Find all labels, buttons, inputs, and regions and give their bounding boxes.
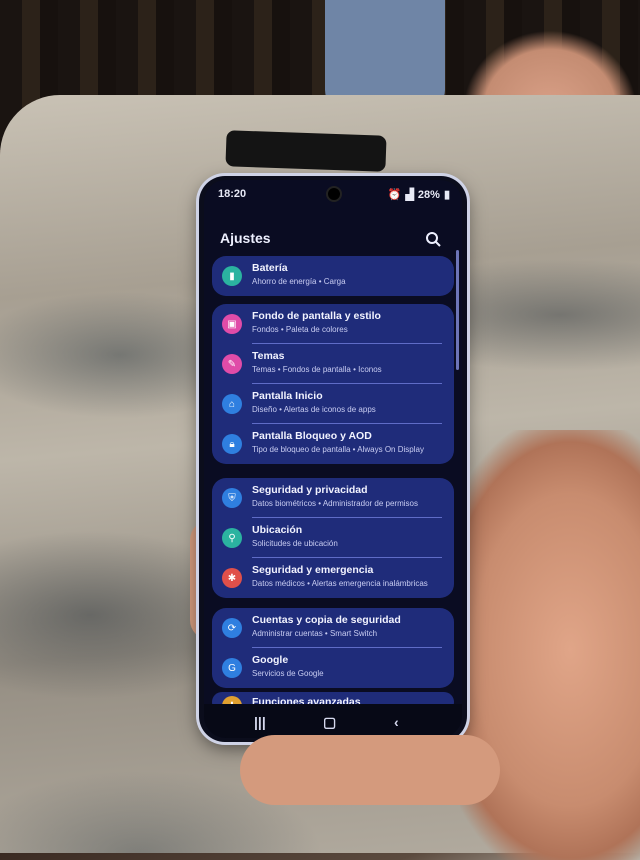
lock-icon: 🔒︎ bbox=[222, 434, 242, 454]
settings-item-subtitle: Solicitudes de ubicación bbox=[252, 539, 338, 548]
settings-item-subtitle: Fondos • Paleta de colores bbox=[252, 325, 348, 334]
settings-item-subtitle: Ahorro de energía • Carga bbox=[252, 277, 346, 286]
alarm-icon: ⏰ bbox=[387, 189, 402, 201]
settings-item-ubicacion[interactable]: ⚲ Ubicación Solicitudes de ubicación bbox=[212, 518, 454, 558]
settings-item-title: Temas bbox=[252, 350, 285, 362]
settings-item-fondo[interactable]: ▣ Fondo de pantalla y estilo Fondos • Pa… bbox=[212, 304, 454, 344]
settings-item-title: Seguridad y emergencia bbox=[252, 564, 374, 576]
location-icon: ⚲ bbox=[222, 528, 242, 548]
google-icon: G bbox=[222, 658, 242, 678]
settings-group-battery: ▮ Batería Ahorro de energía • Carga bbox=[212, 256, 454, 296]
sync-icon: ⟳ bbox=[222, 618, 242, 638]
settings-item-subtitle: Tipo de bloqueo de pantalla • Always On … bbox=[252, 445, 424, 454]
emergency-icon: ✱ bbox=[222, 568, 242, 588]
settings-item-subtitle: Datos médicos • Alertas emergencia inalá… bbox=[252, 579, 428, 588]
settings-item-title: Cuentas y copia de seguridad bbox=[252, 614, 401, 626]
settings-item-subtitle: Temas • Fondos de pantalla • Iconos bbox=[252, 365, 382, 374]
front-camera bbox=[326, 186, 342, 202]
page-title: Ajustes bbox=[220, 230, 271, 246]
wallpaper-icon: ▣ bbox=[222, 314, 242, 334]
settings-item-subtitle: Servicios de Google bbox=[252, 669, 324, 678]
settings-item-seguridad-emergencia[interactable]: ✱ Seguridad y emergencia Datos médicos •… bbox=[212, 558, 454, 598]
settings-group-display: ▣ Fondo de pantalla y estilo Fondos • Pa… bbox=[212, 304, 454, 464]
header: Ajustes bbox=[220, 230, 444, 250]
battery-level: 28% bbox=[417, 188, 440, 201]
settings-item-bateria[interactable]: ▮ Batería Ahorro de energía • Carga bbox=[212, 256, 454, 296]
signal-icon: ▟ bbox=[405, 189, 414, 201]
bottom-fingers bbox=[240, 735, 500, 805]
recent-apps-icon[interactable]: ||| bbox=[254, 714, 266, 730]
settings-item-seguridad-privacidad[interactable]: ⛨ Seguridad y privacidad Datos biométric… bbox=[212, 478, 454, 518]
search-icon[interactable] bbox=[424, 230, 444, 248]
themes-icon: ✎ bbox=[222, 354, 242, 374]
settings-item-title: Pantalla Inicio bbox=[252, 390, 323, 402]
settings-item-temas[interactable]: ✎ Temas Temas • Fondos de pantalla • Ico… bbox=[212, 344, 454, 384]
home-icon: ⌂ bbox=[222, 394, 242, 414]
settings-item-pantalla-bloqueo[interactable]: 🔒︎ Pantalla Bloqueo y AOD Tipo de bloque… bbox=[212, 424, 454, 464]
settings-item-subtitle: Datos biométricos • Administrador de per… bbox=[252, 499, 418, 508]
smartphone: 18:20 ⏰ ▟ 28% ▮ Ajustes ▮ Batería Ahorro… bbox=[199, 176, 467, 742]
settings-item-subtitle: Administrar cuentas • Smart Switch bbox=[252, 629, 378, 638]
shield-icon: ⛨ bbox=[222, 488, 242, 508]
settings-group-accounts: ⟳ Cuentas y copia de seguridad Administr… bbox=[212, 608, 454, 688]
navigation-bar: ||| ▢ ‹ bbox=[204, 704, 462, 738]
background-phone bbox=[225, 130, 387, 172]
back-icon[interactable]: ‹ bbox=[394, 714, 399, 730]
settings-item-cuentas[interactable]: ⟳ Cuentas y copia de seguridad Administr… bbox=[212, 608, 454, 648]
status-time: 18:20 bbox=[218, 188, 247, 200]
settings-group-security: ⛨ Seguridad y privacidad Datos biométric… bbox=[212, 478, 454, 598]
home-button-icon[interactable]: ▢ bbox=[323, 714, 336, 731]
scrollbar[interactable] bbox=[456, 250, 459, 370]
battery-status-icon: ▮ bbox=[443, 189, 450, 201]
battery-icon: ▮ bbox=[222, 266, 242, 286]
settings-item-title: Seguridad y privacidad bbox=[252, 484, 368, 496]
settings-item-title: Ubicación bbox=[252, 524, 303, 536]
settings-item-google[interactable]: G Google Servicios de Google bbox=[212, 648, 454, 688]
settings-item-title: Batería bbox=[252, 262, 288, 274]
settings-item-title: Fondo de pantalla y estilo bbox=[252, 310, 381, 322]
settings-item-title: Google bbox=[252, 654, 289, 666]
status-bar: 18:20 ⏰ ▟ 28% ▮ bbox=[204, 186, 462, 204]
settings-item-title: Pantalla Bloqueo y AOD bbox=[252, 430, 372, 442]
settings-item-pantalla-inicio[interactable]: ⌂ Pantalla Inicio Diseño • Alertas de ic… bbox=[212, 384, 454, 424]
settings-item-subtitle: Diseño • Alertas de iconos de apps bbox=[252, 405, 376, 414]
phone-screen: 18:20 ⏰ ▟ 28% ▮ Ajustes ▮ Batería Ahorro… bbox=[204, 180, 462, 738]
status-icons: ⏰ ▟ 28% ▮ bbox=[387, 188, 450, 202]
